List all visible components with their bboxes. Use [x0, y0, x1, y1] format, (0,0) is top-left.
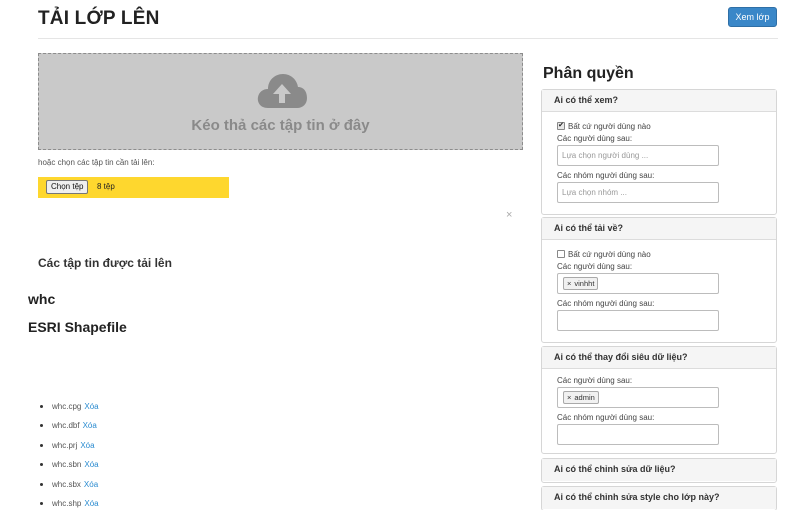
- file-name: whc.sbx: [52, 479, 81, 489]
- layer-name: whc: [28, 291, 56, 307]
- list-item: whc.cpg Xóa: [40, 402, 99, 421]
- view-permission-heading[interactable]: Ai có thể xem?: [542, 90, 776, 112]
- download-users-input[interactable]: × vinhht: [557, 273, 719, 294]
- delete-link[interactable]: Xóa: [84, 402, 98, 411]
- view-users-label: Các người dùng sau:: [557, 134, 633, 143]
- metadata-users-input[interactable]: × admin: [557, 387, 719, 408]
- layer-type: ESRI Shapefile: [28, 319, 127, 335]
- choose-files-button[interactable]: Chọn tệp: [46, 180, 89, 194]
- bullet: [40, 463, 43, 467]
- edit-style-permission-heading[interactable]: Ai có thể chỉnh sửa style cho lớp này?: [542, 487, 776, 509]
- download-anyone-checkbox[interactable]: [557, 250, 565, 258]
- file-name: whc.cpg: [52, 402, 82, 411]
- permissions-title: Phân quyền: [543, 65, 634, 82]
- list-item: whc.sbn Xóa: [40, 460, 99, 479]
- download-anyone-option[interactable]: Bất cứ người dùng nào: [557, 247, 776, 261]
- metadata-permission-heading[interactable]: Ai có thể thay đổi siêu dữ liệu?: [542, 347, 776, 369]
- download-permission-panel: Ai có thể tải về? Bất cứ người dùng nào …: [541, 217, 777, 343]
- uploaded-file-list: whc.cpg Xóa whc.dbf Xóa whc.prj Xóa whc.sbn…: [40, 402, 99, 510]
- metadata-groups-label: Các nhóm người dùng sau:: [557, 413, 655, 422]
- metadata-permission-panel: Ai có thể thay đổi siêu dữ liệu? Các ngư…: [541, 346, 777, 454]
- delete-link[interactable]: Xóa: [84, 499, 98, 508]
- bullet: [40, 501, 43, 505]
- list-item: whc.sbx Xóa: [40, 480, 99, 499]
- delete-link[interactable]: Xóa: [83, 421, 97, 430]
- view-users-input[interactable]: Lựa chọn người dùng ...: [557, 145, 719, 166]
- download-users-label: Các người dùng sau:: [557, 262, 633, 271]
- view-groups-input[interactable]: Lựa chọn nhóm ...: [557, 182, 719, 203]
- view-layer-button[interactable]: Xem lớp: [728, 7, 777, 27]
- file-input-bar: Chọn tệp 8 tệp: [38, 177, 229, 198]
- remove-tag-icon[interactable]: ×: [567, 279, 571, 288]
- download-permission-heading[interactable]: Ai có thể tải về?: [542, 218, 776, 240]
- page-title: TẢI LỚP LÊN: [38, 8, 160, 29]
- bullet: [40, 424, 43, 428]
- bullet: [40, 443, 43, 447]
- file-name: whc.sbn: [52, 460, 82, 470]
- file-name: whc.dbf: [52, 421, 80, 431]
- edit-style-permission-panel[interactable]: Ai có thể chỉnh sửa style cho lớp này?: [541, 486, 777, 510]
- choose-files-hint: hoặc chọn các tập tin cần tải lên:: [38, 158, 155, 167]
- bullet: [40, 405, 43, 408]
- remove-tag-icon[interactable]: ×: [567, 393, 571, 402]
- close-icon[interactable]: ×: [506, 209, 512, 221]
- delete-link[interactable]: Xóa: [84, 480, 98, 489]
- metadata-groups-input[interactable]: [557, 424, 719, 445]
- file-name: whc.shp: [52, 498, 82, 508]
- file-name: whc.prj: [52, 440, 78, 450]
- view-groups-label: Các nhóm người dùng sau:: [557, 171, 655, 180]
- user-tag: × admin: [563, 391, 599, 404]
- view-anyone-label: Bất cứ người dùng nào: [568, 121, 651, 131]
- view-anyone-checkbox[interactable]: ✔: [557, 122, 565, 130]
- dropzone-text: Kéo thả các tập tin ở đây: [191, 117, 370, 134]
- download-anyone-label: Bất cứ người dùng nào: [568, 249, 651, 259]
- header-divider: [38, 38, 778, 39]
- file-count: 8 tệp: [97, 182, 115, 191]
- list-item: whc.shp Xóa: [40, 499, 99, 510]
- edit-data-permission-heading[interactable]: Ai có thể chỉnh sửa dữ liệu?: [542, 459, 776, 481]
- cloud-upload-icon: [257, 74, 307, 108]
- bullet: [40, 482, 43, 486]
- uploaded-files-title: Các tập tin được tải lên: [38, 256, 172, 270]
- view-anyone-option[interactable]: ✔ Bất cứ người dùng nào: [557, 119, 776, 133]
- delete-link[interactable]: Xóa: [80, 441, 94, 450]
- view-permission-panel: Ai có thể xem? ✔ Bất cứ người dùng nào C…: [541, 89, 777, 215]
- download-groups-input[interactable]: [557, 310, 719, 331]
- metadata-users-label: Các người dùng sau:: [557, 376, 633, 385]
- user-tag-label: admin: [574, 393, 595, 402]
- download-groups-label: Các nhóm người dùng sau:: [557, 299, 655, 308]
- edit-data-permission-panel[interactable]: Ai có thể chỉnh sửa dữ liệu?: [541, 458, 777, 483]
- list-item: whc.dbf Xóa: [40, 421, 99, 440]
- file-dropzone[interactable]: Kéo thả các tập tin ở đây: [38, 53, 523, 150]
- list-item: whc.prj Xóa: [40, 441, 99, 460]
- delete-link[interactable]: Xóa: [84, 460, 98, 469]
- user-tag-label: vinhht: [574, 279, 595, 288]
- user-tag: × vinhht: [563, 277, 599, 290]
